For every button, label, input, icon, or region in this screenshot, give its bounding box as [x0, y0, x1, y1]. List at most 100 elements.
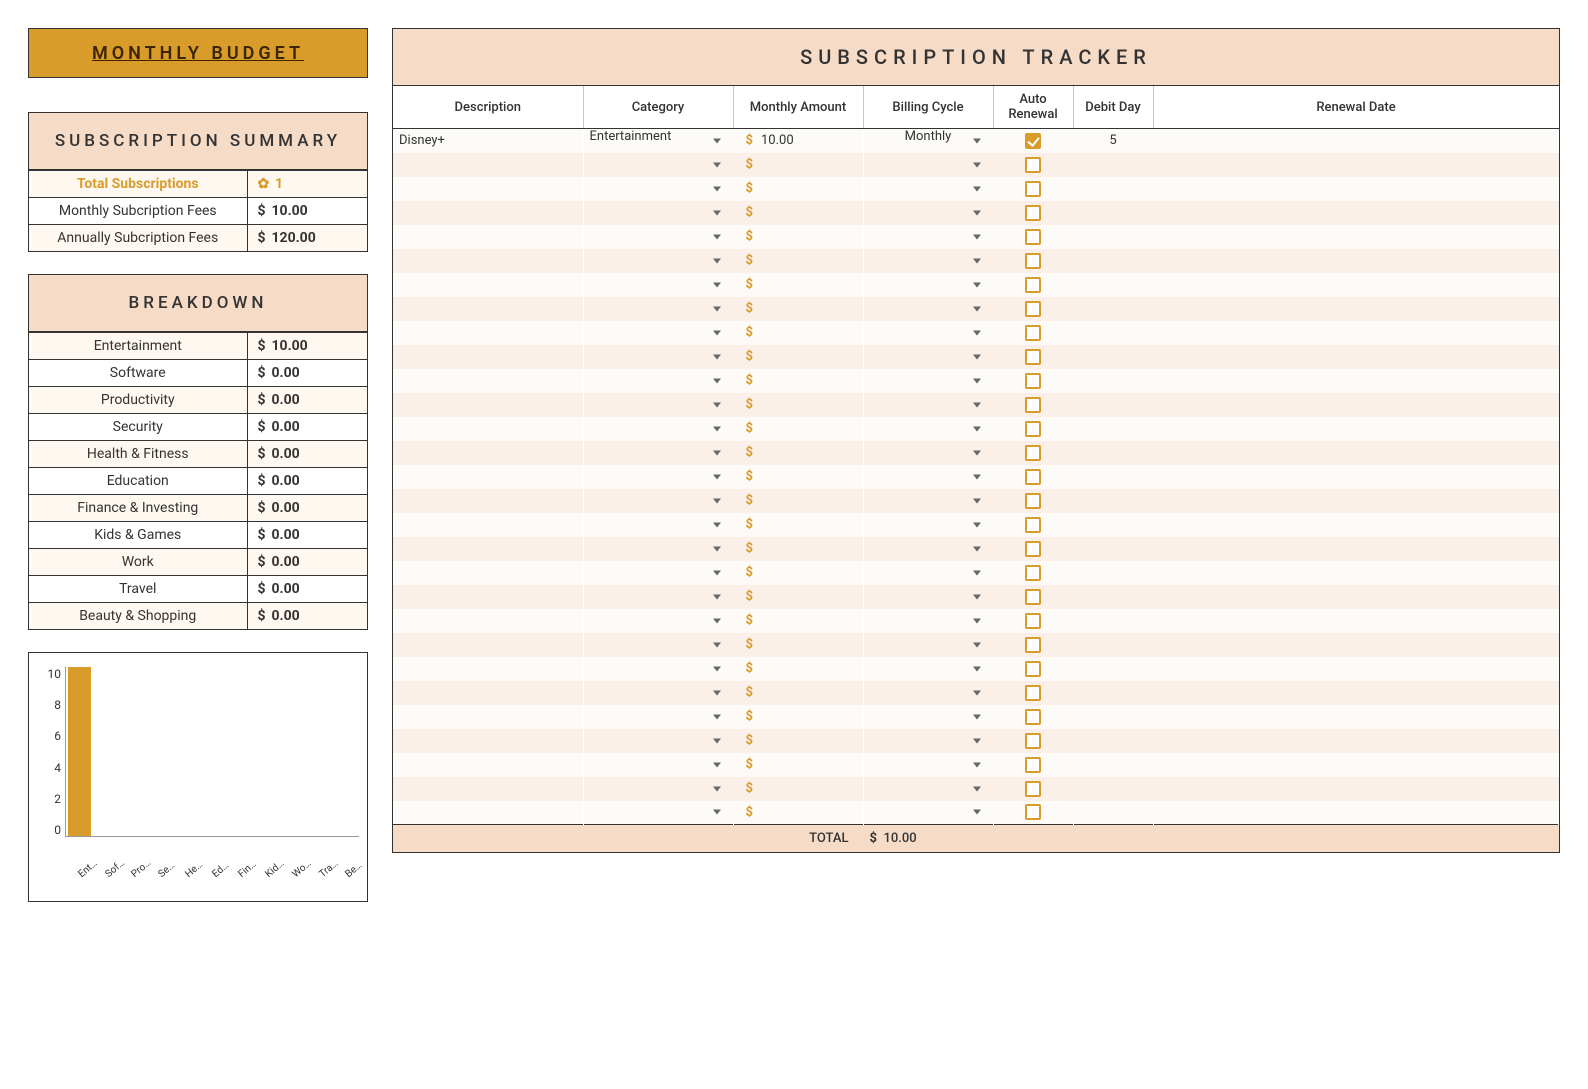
cell-amount[interactable]: $10.00: [733, 129, 863, 153]
checkbox-icon[interactable]: [1025, 301, 1041, 317]
cell-description[interactable]: [393, 777, 583, 801]
cell-cycle[interactable]: Monthly: [863, 129, 993, 153]
cell-cycle[interactable]: [863, 249, 993, 273]
checkbox-icon[interactable]: [1025, 445, 1041, 461]
cell-description[interactable]: [393, 705, 583, 729]
checkbox-icon[interactable]: [1025, 157, 1041, 173]
cell-debit-day[interactable]: [1073, 177, 1153, 201]
checkbox-icon[interactable]: [1025, 253, 1041, 269]
cell-description[interactable]: [393, 561, 583, 585]
checkbox-icon[interactable]: [1025, 373, 1041, 389]
cell-cycle[interactable]: [863, 153, 993, 177]
cell-auto-renewal[interactable]: [993, 153, 1073, 177]
monthly-budget-header[interactable]: MONTHLY BUDGET: [28, 28, 368, 78]
cell-cycle[interactable]: [863, 201, 993, 225]
cell-auto-renewal[interactable]: [993, 465, 1073, 489]
cell-debit-day[interactable]: [1073, 561, 1153, 585]
cell-renewal-date[interactable]: [1153, 201, 1559, 225]
checkbox-icon[interactable]: [1025, 613, 1041, 629]
cell-amount[interactable]: $: [733, 153, 863, 177]
cell-category[interactable]: [583, 417, 733, 441]
cell-description[interactable]: [393, 249, 583, 273]
cell-category[interactable]: [583, 657, 733, 681]
cell-auto-renewal[interactable]: [993, 513, 1073, 537]
checkbox-icon[interactable]: [1025, 349, 1041, 365]
cell-debit-day[interactable]: [1073, 153, 1153, 177]
checkbox-icon[interactable]: [1025, 205, 1041, 221]
checkbox-icon[interactable]: [1025, 277, 1041, 293]
cell-auto-renewal[interactable]: [993, 561, 1073, 585]
cell-cycle[interactable]: [863, 609, 993, 633]
cell-category[interactable]: [583, 177, 733, 201]
cell-description[interactable]: [393, 489, 583, 513]
cell-renewal-date[interactable]: [1153, 153, 1559, 177]
cell-cycle[interactable]: [863, 681, 993, 705]
cell-auto-renewal[interactable]: [993, 369, 1073, 393]
cell-category[interactable]: [583, 345, 733, 369]
cell-renewal-date[interactable]: [1153, 513, 1559, 537]
cell-description[interactable]: [393, 345, 583, 369]
cell-auto-renewal[interactable]: [993, 249, 1073, 273]
cell-category[interactable]: [583, 441, 733, 465]
cell-cycle[interactable]: [863, 513, 993, 537]
cell-renewal-date[interactable]: [1153, 273, 1559, 297]
cell-auto-renewal[interactable]: [993, 705, 1073, 729]
cell-debit-day[interactable]: [1073, 513, 1153, 537]
cell-description[interactable]: [393, 681, 583, 705]
cell-debit-day[interactable]: [1073, 801, 1153, 825]
cell-description[interactable]: [393, 585, 583, 609]
cell-cycle[interactable]: [863, 273, 993, 297]
checkbox-icon[interactable]: [1025, 325, 1041, 341]
cell-debit-day[interactable]: [1073, 753, 1153, 777]
checkbox-icon[interactable]: [1025, 804, 1041, 820]
cell-debit-day[interactable]: [1073, 321, 1153, 345]
cell-cycle[interactable]: [863, 753, 993, 777]
cell-amount[interactable]: $: [733, 249, 863, 273]
cell-debit-day[interactable]: [1073, 705, 1153, 729]
cell-cycle[interactable]: [863, 321, 993, 345]
cell-cycle[interactable]: [863, 633, 993, 657]
cell-amount[interactable]: $: [733, 201, 863, 225]
cell-debit-day[interactable]: [1073, 225, 1153, 249]
cell-auto-renewal[interactable]: [993, 681, 1073, 705]
checkbox-icon[interactable]: [1025, 493, 1041, 509]
cell-cycle[interactable]: [863, 345, 993, 369]
cell-category[interactable]: [583, 297, 733, 321]
cell-auto-renewal[interactable]: [993, 441, 1073, 465]
checkbox-icon[interactable]: [1025, 661, 1041, 677]
cell-renewal-date[interactable]: [1153, 561, 1559, 585]
cell-debit-day[interactable]: [1073, 633, 1153, 657]
cell-category[interactable]: [583, 321, 733, 345]
cell-debit-day[interactable]: [1073, 537, 1153, 561]
cell-amount[interactable]: $: [733, 513, 863, 537]
cell-auto-renewal[interactable]: [993, 129, 1073, 153]
cell-description[interactable]: [393, 321, 583, 345]
cell-amount[interactable]: $: [733, 177, 863, 201]
cell-category[interactable]: [583, 153, 733, 177]
cell-auto-renewal[interactable]: [993, 297, 1073, 321]
cell-cycle[interactable]: [863, 777, 993, 801]
cell-auto-renewal[interactable]: [993, 321, 1073, 345]
cell-renewal-date[interactable]: [1153, 609, 1559, 633]
cell-cycle[interactable]: [863, 441, 993, 465]
cell-renewal-date[interactable]: [1153, 321, 1559, 345]
cell-cycle[interactable]: [863, 297, 993, 321]
cell-auto-renewal[interactable]: [993, 273, 1073, 297]
cell-debit-day[interactable]: [1073, 441, 1153, 465]
cell-description[interactable]: [393, 153, 583, 177]
checkbox-icon[interactable]: [1025, 517, 1041, 533]
cell-cycle[interactable]: [863, 225, 993, 249]
cell-auto-renewal[interactable]: [993, 777, 1073, 801]
cell-category[interactable]: [583, 273, 733, 297]
cell-debit-day[interactable]: [1073, 201, 1153, 225]
cell-amount[interactable]: $: [733, 633, 863, 657]
cell-category[interactable]: [583, 369, 733, 393]
cell-amount[interactable]: $: [733, 345, 863, 369]
cell-debit-day[interactable]: [1073, 657, 1153, 681]
cell-renewal-date[interactable]: [1153, 705, 1559, 729]
cell-amount[interactable]: $: [733, 585, 863, 609]
cell-amount[interactable]: $: [733, 321, 863, 345]
checkbox-icon[interactable]: [1025, 421, 1041, 437]
cell-cycle[interactable]: [863, 393, 993, 417]
cell-description[interactable]: [393, 657, 583, 681]
